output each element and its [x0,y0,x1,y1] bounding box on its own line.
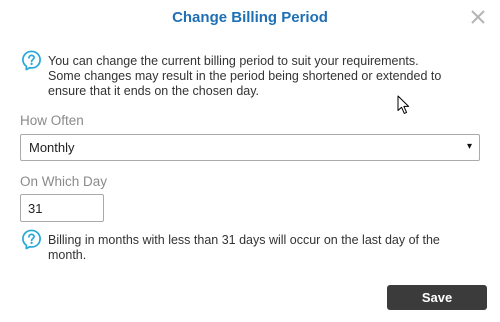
mouse-cursor-icon [397,95,410,114]
note-text: Billing in months with less than 31 days… [48,233,440,263]
how-often-select[interactable]: Monthly ▾ [20,134,480,161]
intro-line: ensure that it ends on the chosen day. [48,84,260,98]
help-bulb-icon [22,50,41,71]
save-button[interactable]: Save [387,285,487,310]
help-bulb-icon [22,229,41,250]
how-often-label: How Often [20,113,84,128]
intro-text: You can change the current billing perio… [48,54,441,99]
how-often-selected-value: Monthly [29,140,75,155]
on-which-day-input[interactable] [20,194,104,222]
on-which-day-label: On Which Day [20,174,108,189]
intro-line: You can change the current billing perio… [48,54,419,68]
dialog-title: Change Billing Period [172,9,328,26]
note-line: Billing in months with less than 31 days… [48,233,440,247]
close-icon[interactable] [470,9,486,25]
intro-line: Some changes may result in the period be… [48,69,442,83]
dropdown-arrow-icon: ▾ [466,141,472,152]
change-billing-period-dialog: Change Billing Period You can change the… [0,0,500,322]
note-line: month. [48,248,87,262]
